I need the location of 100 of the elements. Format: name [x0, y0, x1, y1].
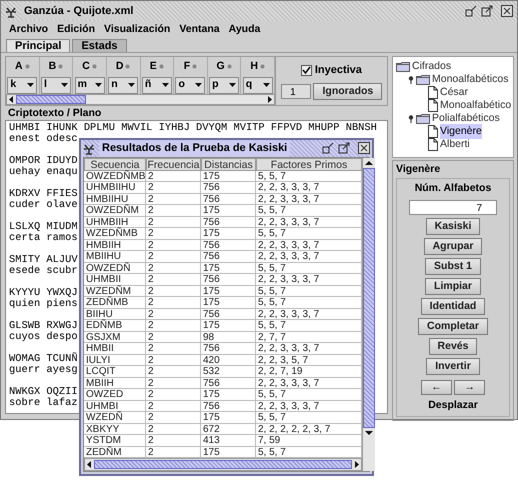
table-cell: OWZEDÑ — [84, 262, 146, 274]
letter-dropdown[interactable]: l — [40, 76, 71, 94]
tab[interactable]: Principal — [6, 39, 70, 52]
table-cell: 2 — [146, 332, 201, 343]
table-cell: WZEDÑM — [84, 286, 146, 297]
maximize-icon[interactable] — [481, 5, 493, 17]
number-spinner[interactable]: 7 — [409, 200, 497, 214]
column-header[interactable]: Secuencia — [84, 158, 146, 170]
tree-item[interactable]: Monoalfabéticos — [432, 72, 508, 88]
tree-item[interactable]: Vigenère — [440, 124, 482, 140]
caret-icon — [162, 83, 169, 88]
close-icon[interactable] — [358, 142, 370, 154]
menu-item[interactable]: Visualización — [104, 22, 170, 38]
action-button[interactable]: Subst 1 — [425, 258, 481, 274]
action-button[interactable]: Kasiski — [426, 218, 480, 234]
column-header[interactable]: Distancias — [201, 158, 256, 170]
menu-item[interactable]: Ventana — [179, 22, 220, 38]
vertical-scrollbar[interactable] — [362, 158, 375, 471]
table-cell: 756 — [201, 182, 256, 194]
scroll-left-icon[interactable] — [85, 460, 94, 469]
scroll-right-icon[interactable] — [352, 460, 361, 469]
table-cell: 2 — [146, 343, 201, 354]
minimize-icon[interactable] — [465, 5, 477, 17]
table-cell: 2, 2, 3, 3, 3, 7 — [256, 400, 362, 412]
letter-label: G — [216, 59, 225, 74]
text-line: KYYYU YWXQJ — [9, 287, 78, 299]
menu-item[interactable]: Archivo — [9, 22, 48, 38]
table-cell: 2 — [146, 378, 201, 389]
table-cell: 5, 5, 7 — [256, 286, 362, 297]
action-button[interactable]: Agrupar — [424, 238, 482, 254]
table-cell: 2 — [146, 194, 201, 205]
maximize-icon[interactable] — [338, 142, 350, 154]
arrow-button[interactable]: → — [454, 380, 485, 396]
table-cell: 2 — [146, 354, 201, 366]
field-label: Desplazar — [428, 398, 478, 414]
caret-icon — [262, 83, 270, 88]
text-line: guerr ayesg — [9, 364, 78, 376]
letter-label: D — [116, 59, 124, 74]
table-cell: UHMBIIHU — [84, 182, 146, 194]
letter-dropdown[interactable]: k — [7, 76, 38, 94]
table-cell: 5, 5, 7 — [256, 412, 362, 424]
table-cell: 98 — [201, 332, 256, 343]
tree-item[interactable]: Alberti — [440, 136, 470, 152]
table-cell: UHMBI — [84, 400, 146, 412]
minimize-icon[interactable] — [322, 142, 334, 154]
letter-dropdown[interactable]: m — [74, 76, 105, 94]
text-line: KDRXV FFIES — [9, 188, 78, 200]
action-button[interactable]: Identidad — [420, 298, 486, 314]
expand-handle-icon[interactable] — [408, 114, 414, 122]
text-line: cuyos despo — [9, 331, 78, 343]
table-cell: 5, 5, 7 — [256, 262, 362, 274]
table-cell: 2 — [146, 286, 201, 297]
action-button[interactable]: Revés — [428, 338, 478, 354]
menu-item[interactable]: Edición — [57, 22, 96, 38]
table-cell: 175 — [201, 228, 256, 240]
letter-dropdown[interactable]: o — [175, 76, 206, 94]
table-cell: 2 — [146, 400, 201, 412]
table-cell: HMBIIH — [84, 240, 146, 251]
horizontal-scrollbar[interactable] — [84, 458, 362, 471]
column-header[interactable]: Factores Primos — [256, 158, 362, 170]
column-header[interactable]: Frecuencia — [146, 158, 201, 170]
letter-dropdown[interactable]: p — [209, 76, 240, 94]
menu-item[interactable]: Ayuda — [228, 22, 260, 38]
text-line: OMPOR IDUYD — [9, 155, 78, 167]
window-title: Ganzúa - Quijote.xml — [21, 2, 136, 20]
action-button[interactable]: Invertir — [426, 358, 480, 374]
tree-item[interactable]: Monoalfabético — [440, 98, 512, 114]
expand-handle-icon[interactable] — [408, 76, 414, 84]
arrow-button[interactable]: ← — [421, 380, 452, 396]
letter-dropdown[interactable]: q — [242, 76, 273, 94]
caret-icon — [60, 83, 68, 88]
caret-icon — [229, 83, 236, 88]
table-cell: 756 — [201, 240, 256, 251]
number-spinner[interactable]: 1 — [280, 84, 311, 100]
tab[interactable]: Estads — [72, 39, 127, 52]
horizontal-scrollbar[interactable] — [6, 94, 275, 105]
letter-dropdown[interactable]: n — [108, 76, 138, 94]
table-cell: 175 — [201, 297, 256, 308]
table-cell: 2 — [146, 216, 201, 228]
action-button[interactable]: Completar — [418, 318, 488, 334]
table-cell: BIIHU — [84, 308, 146, 320]
ignorados-button[interactable]: Ignorados — [313, 83, 382, 100]
table-cell: MBIIHU — [84, 251, 146, 262]
table-cell: 2 — [146, 297, 201, 308]
document-icon — [428, 125, 438, 138]
text-line: uehay enaqu — [9, 166, 78, 178]
table-cell: WZEDÑMB — [84, 228, 146, 240]
tree-item[interactable]: César — [440, 84, 468, 100]
checkbox[interactable] — [301, 64, 312, 76]
table-cell: 756 — [201, 378, 256, 389]
close-icon[interactable] — [501, 5, 513, 17]
table-cell: 756 — [201, 308, 256, 320]
table-cell: ZEDÑMB — [84, 297, 146, 308]
letter-dropdown[interactable]: ñ — [142, 76, 172, 94]
action-button[interactable]: Limpiar — [425, 278, 481, 294]
table-cell: 756 — [201, 274, 256, 286]
tree-item[interactable]: Polialfabéticos — [432, 110, 500, 126]
text-line: LSLXQ MIUDM — [9, 221, 78, 233]
checkbox-label: Inyectiva — [314, 62, 362, 78]
tree-item[interactable]: Cifrados — [412, 58, 452, 74]
